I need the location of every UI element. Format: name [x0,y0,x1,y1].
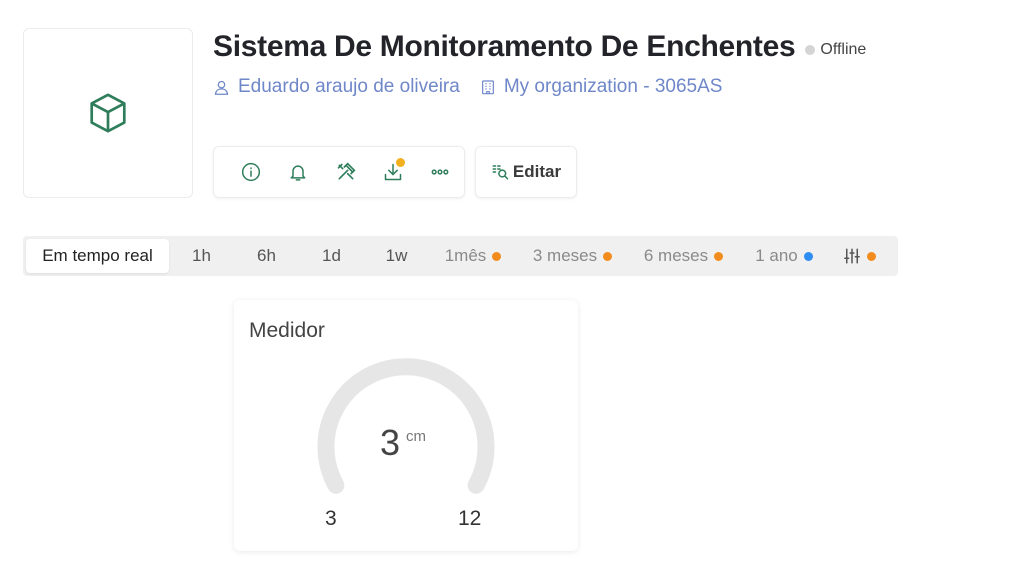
range-dot [492,251,502,261]
building-icon [481,80,494,95]
tools-icon [337,162,356,180]
device-toolbar [213,146,465,198]
range-dot [803,251,813,261]
range-label: 1h [192,246,211,265]
range-label: 1w [385,246,408,265]
range-custom[interactable] [829,239,889,273]
status-dot [805,45,816,55]
gauge-max-label: 12 [458,507,482,530]
title-row: Sistema De Monitoramento De Enchentes Of… [213,30,866,64]
info-button[interactable] [227,152,274,192]
range-3months[interactable]: 3 meses [517,239,628,273]
range-dot [714,251,724,261]
range-1d[interactable]: 1d [299,239,364,273]
edit-button[interactable]: Editar [475,146,577,198]
edit-label: Editar [512,162,562,181]
range-1h[interactable]: 1h [169,239,234,273]
range-dot [603,251,613,261]
edit-icon [492,165,509,180]
status-text: Offline [820,41,867,58]
owner-link[interactable]: Eduardo araujo de oliveira [213,76,460,98]
owner-name: Eduardo araujo de oliveira [238,76,460,97]
range-label: 1d [322,246,341,265]
organization-name: My organization - 3065AS [503,76,723,97]
user-icon [214,80,229,95]
gauge-widget: Medidor 3 cm 3 12 [234,300,578,551]
range-realtime[interactable]: Em tempo real [26,239,169,273]
gauge-track [317,358,495,494]
time-range-selector: Em tempo real 1h 6h 1d 1w 1mês 3 meses 6… [23,236,898,276]
range-label: 6h [257,246,276,265]
gauge-chart [317,358,495,494]
range-label: 3 meses [532,246,598,265]
sliders-icon [843,248,860,264]
range-dot [866,251,876,261]
range-6h[interactable]: 6h [234,239,299,273]
range-label: Em tempo real [42,246,153,265]
alarms-button[interactable] [274,152,321,192]
range-1year[interactable]: 1 ano [739,239,829,273]
range-6months[interactable]: 6 meses [628,239,739,273]
range-1w[interactable]: 1w [364,239,429,273]
range-label: 6 meses [643,246,709,265]
more-button[interactable] [417,152,464,192]
range-1month[interactable]: 1mês [429,239,517,273]
range-label: 1 ano [755,246,798,265]
bell-icon [290,165,306,181]
page-title: Sistema De Monitoramento De Enchentes [213,30,796,63]
gauge-unit: cm [406,428,426,445]
status-badge: Offline [805,41,866,59]
tools-button[interactable] [322,152,369,192]
device-thumbnail [23,28,193,198]
cube-icon [90,93,126,133]
more-icon [431,169,449,175]
meta-row: Eduardo araujo de oliveira My organizati… [213,76,722,98]
gauge-value: 3 [380,422,401,463]
info-icon [241,162,260,182]
download-button[interactable] [369,152,416,192]
gauge-min-label: 3 [325,507,337,530]
organization-link[interactable]: My organization - 3065AS [480,76,723,98]
download-badge-dot [395,158,405,167]
range-label: 1mês [444,246,487,265]
